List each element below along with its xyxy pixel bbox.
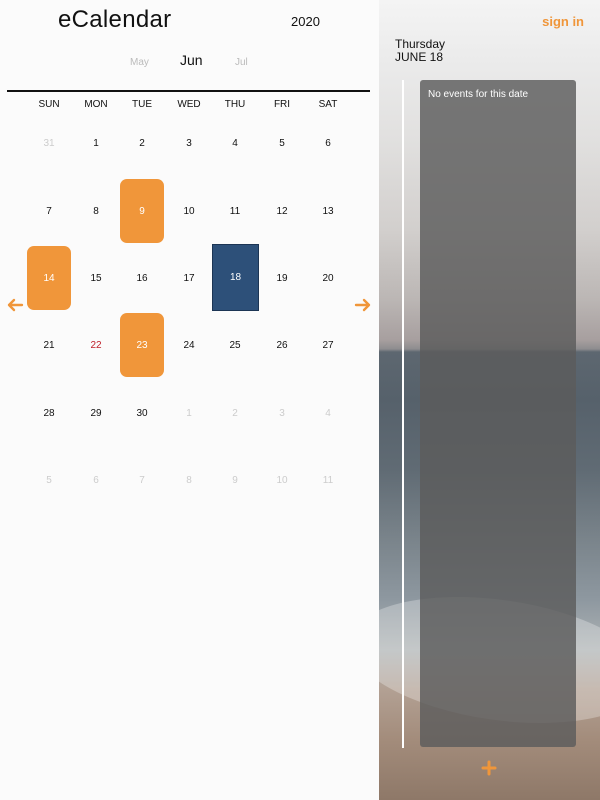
calendar-day-muted-1[interactable]: 1 [167, 381, 211, 445]
calendar-day-10[interactable]: 10 [167, 179, 211, 243]
events-panel: sign in Thursday JUNE 18 No events for t… [379, 0, 600, 800]
calendar-day-muted-9[interactable]: 9 [213, 448, 257, 512]
calendar-day-7[interactable]: 7 [27, 179, 71, 243]
calendar-day-muted-10[interactable]: 10 [260, 448, 304, 512]
calendar-day-muted-8[interactable]: 8 [167, 448, 211, 512]
calendar-day-muted-5[interactable]: 5 [27, 448, 71, 512]
arrow-right-icon[interactable] [354, 296, 372, 314]
calendar-day-17[interactable]: 17 [167, 246, 211, 310]
weekday-label-fri: FRI [273, 99, 291, 110]
app-title: eCalendar [58, 6, 172, 33]
calendar-day-muted-11[interactable]: 11 [306, 448, 350, 512]
weekday-label-sat: SAT [318, 99, 338, 110]
next-month-link[interactable]: Jul [235, 57, 248, 68]
year-label: 2020 [291, 14, 320, 29]
calendar-day-muted-6[interactable]: 6 [74, 448, 118, 512]
arrow-left-icon[interactable] [6, 296, 24, 314]
calendar-day-25[interactable]: 25 [213, 313, 257, 377]
calendar-day-event-14[interactable]: 14 [27, 246, 71, 310]
timeline-line [402, 80, 404, 748]
calendar-day-20[interactable]: 20 [306, 246, 350, 310]
calendar-day-selected-18[interactable]: 18 [212, 244, 259, 311]
calendar-day-11[interactable]: 11 [213, 179, 257, 243]
calendar-day-2[interactable]: 2 [120, 111, 164, 175]
weekday-label-sun: SUN [38, 99, 60, 110]
calendar-day-26[interactable]: 26 [260, 313, 304, 377]
current-month-label: Jun [180, 52, 203, 68]
calendar-day-muted-2[interactable]: 2 [213, 381, 257, 445]
calendar-day-28[interactable]: 28 [27, 381, 71, 445]
calendar-day-21[interactable]: 21 [27, 313, 71, 377]
calendar-day-16[interactable]: 16 [120, 246, 164, 310]
weekday-label-mon: MON [84, 99, 108, 110]
calendar-day-muted-31[interactable]: 31 [27, 111, 71, 175]
calendar-day-muted-3[interactable]: 3 [260, 381, 304, 445]
events-list[interactable]: No events for this date [420, 80, 576, 747]
calendar-day-holiday-22[interactable]: 22 [74, 313, 118, 377]
calendar-pane: eCalendar 2020 May Jun Jul SUN MON TUE WED T… [0, 0, 379, 800]
calendar-day-3[interactable]: 3 [167, 111, 211, 175]
calendar-day-event-23[interactable]: 23 [120, 313, 164, 377]
calendar-day-8[interactable]: 8 [74, 179, 118, 243]
calendar-day-muted-7[interactable]: 7 [120, 448, 164, 512]
calendar-day-24[interactable]: 24 [167, 313, 211, 377]
plus-icon[interactable] [481, 760, 497, 776]
calendar-day-29[interactable]: 29 [74, 381, 118, 445]
calendar-day-muted-4[interactable]: 4 [306, 381, 350, 445]
header-divider [7, 90, 370, 92]
calendar-day-15[interactable]: 15 [74, 246, 118, 310]
sign-in-link[interactable]: sign in [542, 14, 584, 29]
calendar-day-event-9[interactable]: 9 [120, 179, 164, 243]
selected-weekday: Thursday [395, 37, 446, 51]
calendar-day-4[interactable]: 4 [213, 111, 257, 175]
calendar-day-6[interactable]: 6 [306, 111, 350, 175]
selected-date: JUNE 18 [395, 50, 444, 64]
weekday-label-wed: WED [177, 99, 201, 110]
calendar-day-1[interactable]: 1 [74, 111, 118, 175]
prev-month-link[interactable]: May [130, 57, 149, 68]
calendar-day-27[interactable]: 27 [306, 313, 350, 377]
empty-events-message: No events for this date [428, 89, 529, 100]
calendar-day-12[interactable]: 12 [260, 179, 304, 243]
calendar-day-19[interactable]: 19 [260, 246, 304, 310]
calendar-day-5[interactable]: 5 [260, 111, 304, 175]
calendar-day-30[interactable]: 30 [120, 381, 164, 445]
weekday-label-thu: THU [224, 99, 246, 110]
calendar-day-13[interactable]: 13 [306, 179, 350, 243]
weekday-label-tue: TUE [132, 99, 152, 110]
